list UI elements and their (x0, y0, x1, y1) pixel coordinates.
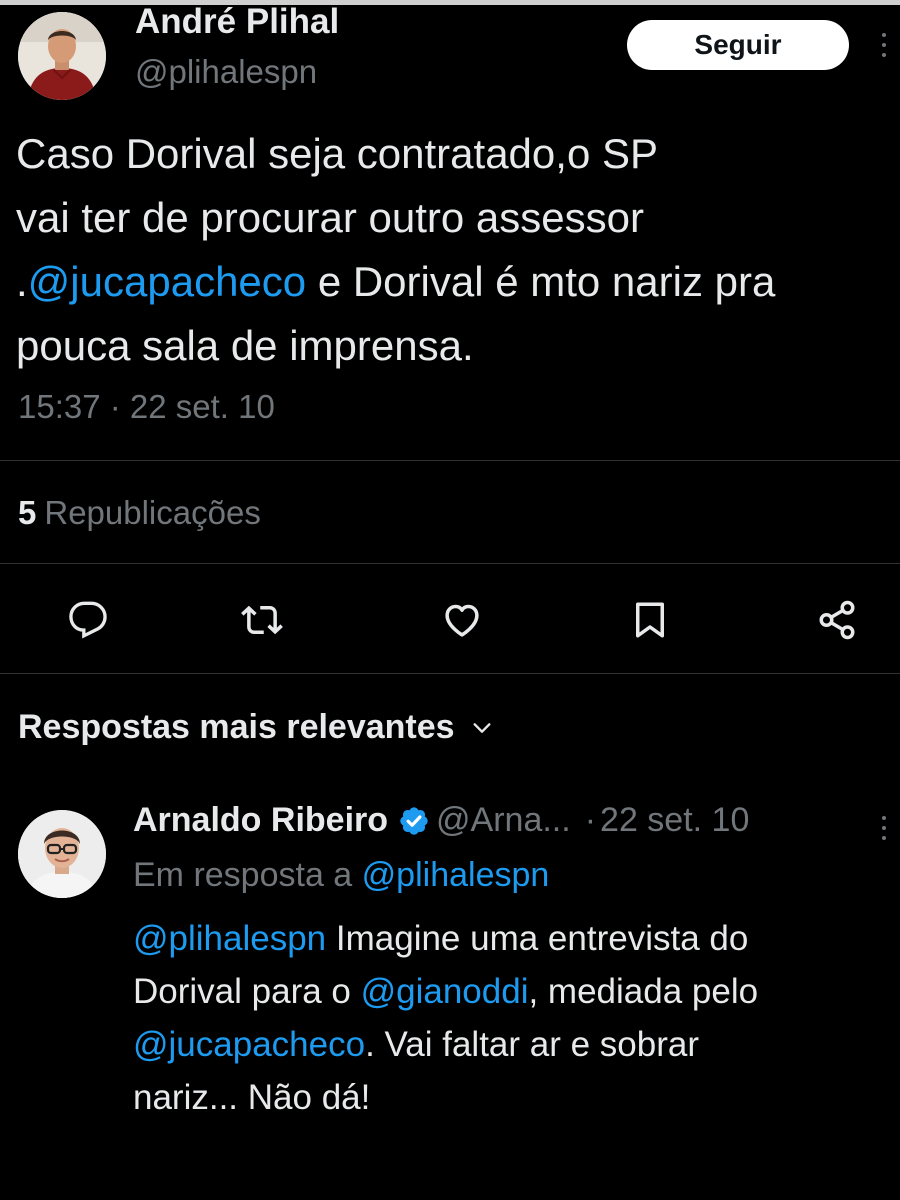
bookmark-icon (636, 602, 664, 638)
text-segment: pouca sala de imprensa. (16, 322, 474, 369)
reply-icon (69, 601, 107, 639)
divider (0, 460, 900, 461)
text-segment: vai ter de procurar outro assessor (16, 194, 644, 241)
replies-sort-dropdown[interactable]: Respostas mais relevantes (18, 708, 493, 747)
text-segment: Caso Dorival seja contratado,o SP (16, 130, 658, 177)
author-handle[interactable]: @plihalespn (135, 53, 317, 91)
in-reply-to: Em resposta a @plihalespn (133, 856, 549, 895)
in-reply-to-label: Em resposta a (133, 856, 353, 894)
text-segment: . (16, 258, 28, 305)
tweet-timestamp[interactable]: 15:37 · 22 set. 10 (18, 388, 275, 426)
author-avatar[interactable] (18, 12, 106, 100)
more-options-icon[interactable] (880, 816, 888, 840)
tweet-text: Caso Dorival seja contratado,o SP vai ter… (16, 122, 896, 378)
reposts-count[interactable]: 5 Republicações (18, 494, 261, 532)
text-line: vai ter de procurar outro assessor (16, 186, 896, 250)
text-line: nariz... Não dá! (133, 1071, 893, 1124)
text-line: .@jucapacheco e Dorival é mto nariz pra (16, 250, 896, 314)
more-options-icon[interactable] (880, 33, 888, 57)
text-line: Dorival para o @gianoddi, mediada pelo (133, 965, 893, 1018)
mention-link[interactable]: @jucapacheco (133, 1025, 365, 1064)
repost-icon (241, 605, 283, 635)
repost-button[interactable] (240, 598, 284, 642)
text-segment: e Dorival é mto nariz pra (306, 258, 776, 305)
profile-photo-icon (18, 12, 106, 100)
divider (0, 673, 900, 674)
follow-button[interactable]: Seguir (627, 20, 849, 70)
in-reply-to-mention[interactable]: @plihalespn (362, 856, 550, 894)
text-segment: nariz... Não dá! (133, 1078, 371, 1117)
text-segment: Dorival para o (133, 972, 361, 1011)
verified-badge-icon (400, 806, 428, 835)
text-segment: , mediada pelo (528, 972, 759, 1011)
reply-header: Arnaldo Ribeiro @Arna... · 22 set. 10 (133, 801, 749, 840)
reply-button[interactable] (66, 598, 110, 642)
author-name[interactable]: André Plihal (135, 2, 339, 42)
profile-photo-icon (18, 810, 106, 898)
text-segment: Imagine uma entrevista do (326, 919, 749, 958)
reply-text: @plihalespn Imagine uma entrevista do Dor… (133, 912, 893, 1124)
text-segment: . Vai faltar ar e sobrar (365, 1025, 700, 1064)
bookmark-button[interactable] (628, 598, 672, 642)
chevron-down-icon (473, 722, 491, 733)
share-icon (819, 600, 855, 640)
heart-icon (445, 604, 479, 637)
divider (0, 563, 900, 564)
text-line: pouca sala de imprensa. (16, 314, 896, 378)
reply-separator: · (584, 801, 597, 839)
reply-author-name[interactable]: Arnaldo Ribeiro (133, 801, 388, 840)
share-button[interactable] (815, 598, 859, 642)
text-line: @plihalespn Imagine uma entrevista do (133, 912, 893, 965)
mention-link[interactable]: @jucapacheco (28, 258, 306, 305)
reply-author-handle[interactable]: @Arna... (436, 801, 571, 840)
reposts-number: 5 (18, 494, 37, 531)
mention-link[interactable]: @plihalespn (133, 919, 326, 958)
replies-header-label: Respostas mais relevantes (18, 708, 455, 746)
like-button[interactable] (440, 598, 484, 642)
reposts-label: Republicações (44, 494, 261, 531)
reply-timestamp[interactable]: 22 set. 10 (600, 801, 749, 840)
text-line: @jucapacheco. Vai faltar ar e sobrar (133, 1018, 893, 1071)
mention-link[interactable]: @gianoddi (361, 972, 529, 1011)
reply-author-avatar[interactable] (18, 810, 106, 898)
text-line: Caso Dorival seja contratado,o SP (16, 122, 896, 186)
